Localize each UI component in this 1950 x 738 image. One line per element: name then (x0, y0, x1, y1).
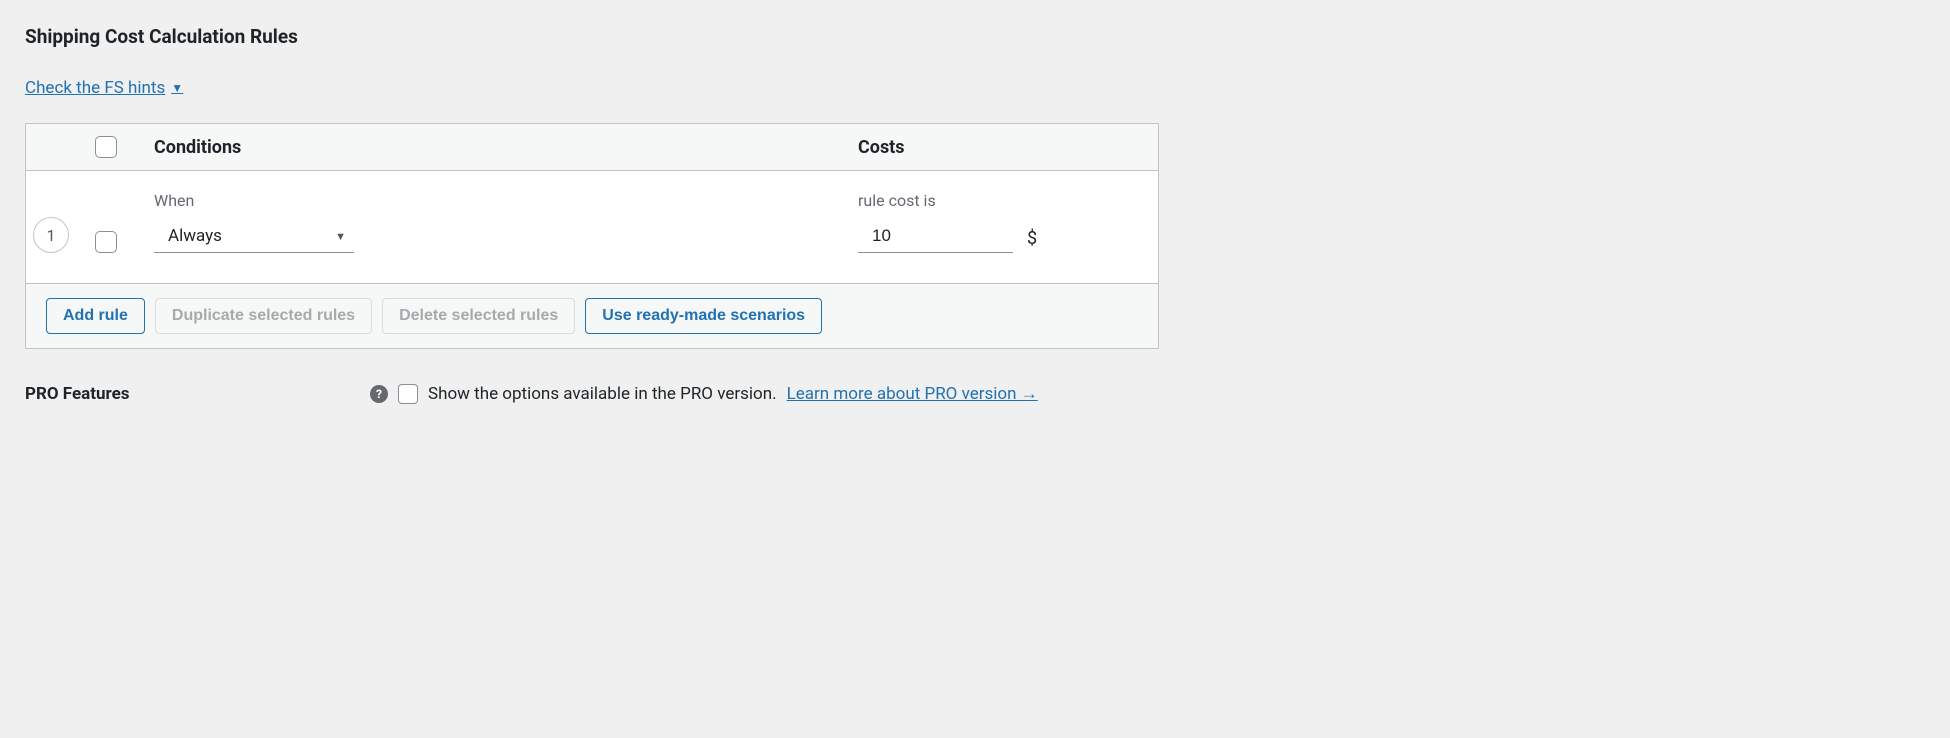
section-title: Shipping Cost Calculation Rules (25, 25, 1925, 48)
condition-select[interactable]: Always ▼ (154, 220, 354, 253)
triangle-down-icon: ▼ (171, 81, 183, 95)
header-costs: Costs (858, 137, 1158, 158)
row-number-wrap: 1 (26, 217, 76, 253)
condition-value: Always (168, 226, 222, 246)
header-conditions: Conditions (136, 137, 858, 158)
table-header: Conditions Costs (26, 124, 1158, 171)
row-costs: rule cost is $ (858, 191, 1158, 253)
cost-input[interactable] (858, 220, 1013, 253)
duplicate-rules-button[interactable]: Duplicate selected rules (155, 298, 372, 334)
scenarios-button[interactable]: Use ready-made scenarios (585, 298, 822, 334)
delete-rules-button[interactable]: Delete selected rules (382, 298, 575, 334)
pro-section: PRO Features ? Show the options availabl… (25, 384, 1925, 404)
table-row: 1 When Always ▼ rule cost is $ (26, 171, 1158, 283)
row-number: 1 (33, 217, 69, 253)
row-check (76, 231, 136, 253)
pro-features-label: PRO Features (25, 384, 370, 404)
table-footer: Add rule Duplicate selected rules Delete… (26, 283, 1158, 348)
pro-content: ? Show the options available in the PRO … (370, 384, 1038, 404)
row-checkbox[interactable] (95, 231, 117, 253)
cost-field-wrap: $ (858, 220, 1158, 253)
row-conditions: When Always ▼ (136, 191, 858, 253)
select-all-checkbox[interactable] (95, 136, 117, 158)
pro-learn-more-link[interactable]: Learn more about PRO version → (787, 384, 1038, 404)
pro-checkbox[interactable] (398, 384, 418, 404)
pro-text: Show the options available in the PRO ve… (428, 384, 777, 404)
cost-label: rule cost is (858, 191, 1158, 210)
currency-symbol: $ (1027, 228, 1037, 253)
add-rule-button[interactable]: Add rule (46, 298, 145, 334)
hints-link[interactable]: Check the FS hints ▼ (25, 78, 183, 98)
col-select-all (76, 136, 136, 158)
help-icon[interactable]: ? (370, 385, 388, 403)
rules-table: Conditions Costs 1 When Always ▼ rule co… (25, 123, 1159, 349)
when-label: When (154, 191, 858, 210)
caret-down-icon: ▼ (335, 230, 346, 243)
hints-link-label: Check the FS hints (25, 78, 165, 98)
